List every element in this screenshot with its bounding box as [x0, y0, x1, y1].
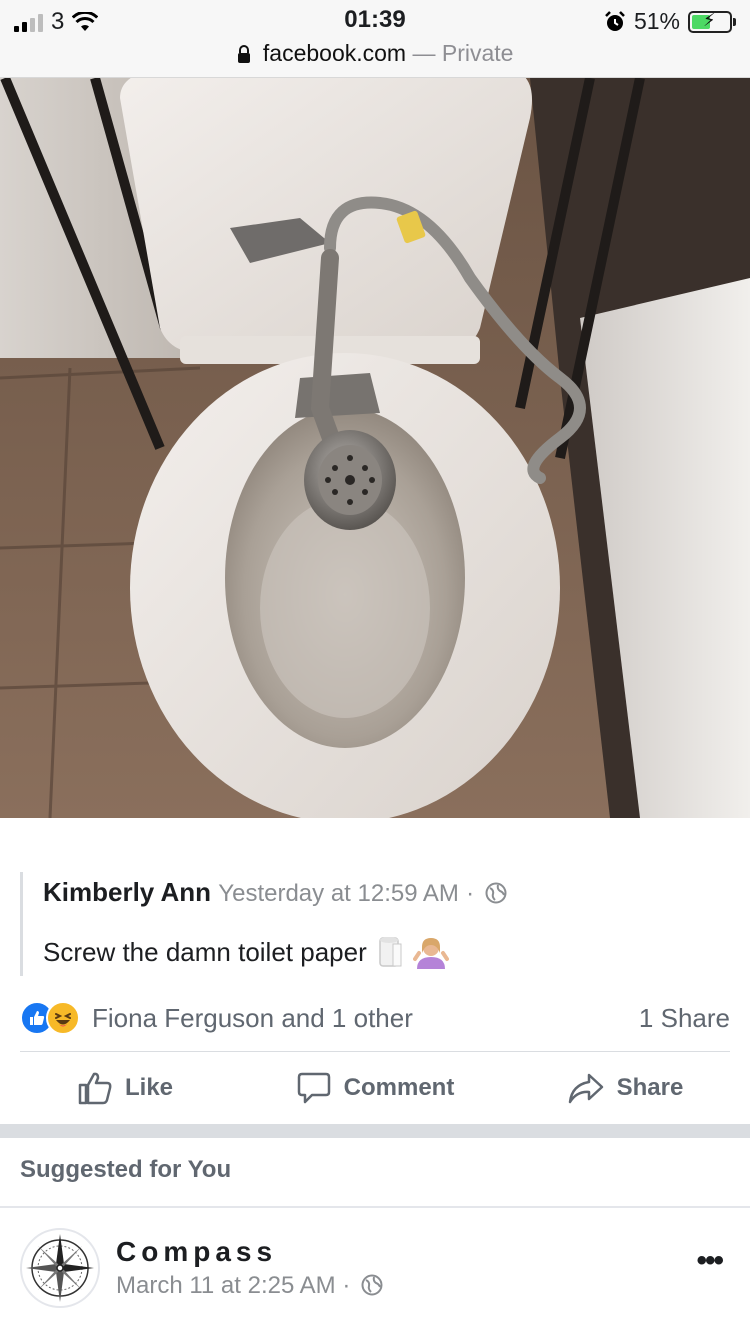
page-meta-dot: ·	[342, 1272, 351, 1299]
person-shrugging-icon	[412, 938, 449, 969]
reactions-bar[interactable]: Fiona Ferguson and 1 other 1 Share	[20, 998, 730, 1038]
share-label: Share	[616, 1074, 684, 1101]
share-arrow-icon	[568, 1073, 603, 1104]
alarm-icon	[605, 10, 625, 31]
more-options-button[interactable]: •••	[696, 1244, 723, 1278]
post-meta-dot: ·	[466, 880, 475, 907]
page-meta: March 11 at 2:25 AM ·	[116, 1272, 383, 1300]
lock-icon	[237, 45, 250, 63]
action-bar: Like Comment Share	[0, 1056, 750, 1120]
haha-reaction-icon	[46, 1001, 80, 1035]
suggested-heading: Suggested for You	[20, 1156, 232, 1183]
battery-percent: 51%	[633, 8, 680, 34]
shared-post[interactable]: Kimberly Ann Yesterday at 12:59 AM · Scr…	[20, 872, 720, 976]
toilet-paper-icon	[378, 937, 402, 967]
share-button[interactable]: Share	[500, 1056, 750, 1120]
post-body: Screw the damn toilet paper	[43, 932, 720, 972]
battery-icon: ⚡	[688, 9, 736, 33]
reaction-summary[interactable]: Fiona Ferguson and 1 other	[92, 1003, 413, 1034]
toilet-photo-image	[0, 78, 750, 818]
page-name[interactable]: Compass	[116, 1236, 277, 1268]
url-domain: facebook.com	[262, 40, 407, 66]
post-text: Screw the damn toilet paper	[43, 937, 367, 967]
post-header: Kimberly Ann Yesterday at 12:59 AM ·	[43, 872, 720, 914]
globe-icon	[361, 1274, 383, 1296]
comment-icon	[297, 1072, 330, 1104]
post-author[interactable]: Kimberly Ann	[43, 877, 211, 907]
post-photo[interactable]	[0, 78, 750, 818]
status-right: 51% ⚡	[604, 8, 736, 35]
divider	[20, 1051, 730, 1052]
like-button[interactable]: Like	[0, 1056, 250, 1120]
share-count[interactable]: 1 Share	[639, 1003, 730, 1034]
compass-avatar[interactable]	[20, 1228, 100, 1308]
reaction-icons	[20, 1001, 80, 1035]
thumbs-up-icon	[78, 1072, 112, 1105]
like-label: Like	[124, 1074, 174, 1101]
url-bar[interactable]: facebook.com — Private	[0, 40, 750, 67]
divider	[0, 1206, 750, 1208]
url-private: Private	[441, 40, 514, 66]
comment-button[interactable]: Comment	[250, 1056, 500, 1120]
url-separator: —	[412, 40, 436, 66]
page-post-time[interactable]: March 11 at 2:25 AM	[116, 1272, 336, 1299]
compass-rose-icon	[26, 1234, 94, 1302]
comment-label: Comment	[343, 1074, 455, 1101]
post-timestamp[interactable]: Yesterday at 12:59 AM	[218, 880, 459, 907]
globe-icon	[485, 882, 507, 904]
charging-bolt-icon: ⚡	[703, 9, 716, 30]
status-bar: 3 01:39 51% ⚡ facebook.com — Private	[0, 0, 750, 78]
section-separator	[0, 1124, 750, 1138]
suggested-post-header[interactable]: Compass March 11 at 2:25 AM · •••	[20, 1228, 730, 1308]
